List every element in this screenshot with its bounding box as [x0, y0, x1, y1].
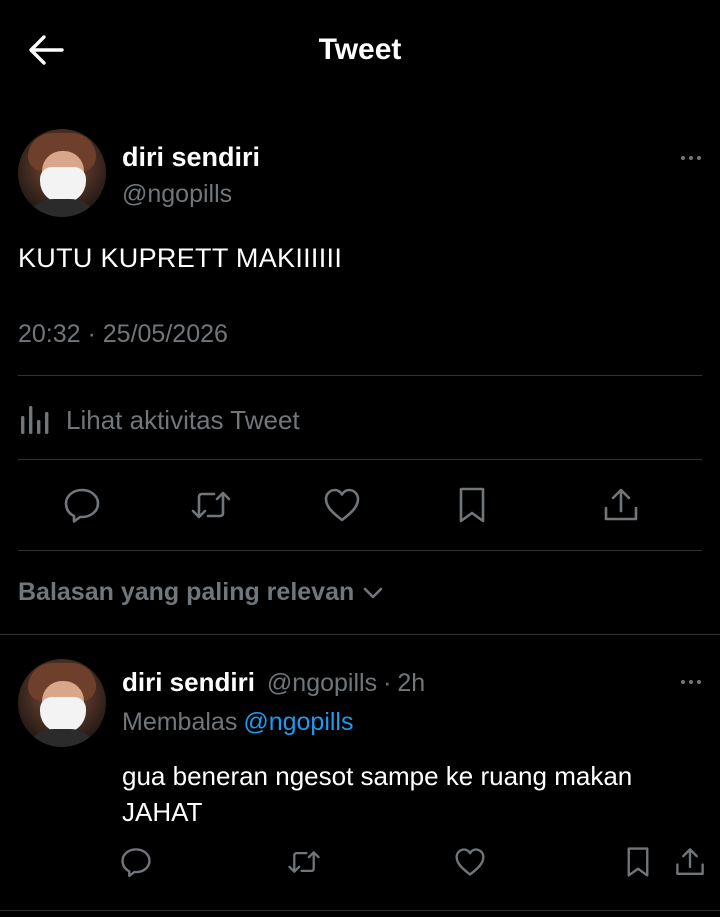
- page-title: Tweet: [318, 33, 402, 66]
- reply-author-display-name[interactable]: diri sendiri: [122, 667, 255, 698]
- tweet-action-bar: [0, 480, 720, 532]
- heart-icon: [323, 487, 361, 523]
- share-button[interactable]: [596, 480, 646, 530]
- divider: [18, 375, 702, 376]
- retweet-icon: [190, 487, 232, 523]
- tweet-text: KUTU KUPRETT MAKIIIIII: [18, 243, 343, 273]
- tweet-detail-screen: Tweet diri sendiri @ngopills KUTU KUPRET…: [0, 0, 720, 917]
- bookmark-button[interactable]: [447, 480, 497, 530]
- divider: [18, 550, 702, 551]
- more-options-button[interactable]: [671, 146, 711, 170]
- reply-bookmark-button[interactable]: [616, 840, 660, 884]
- reply-time: 2h: [397, 669, 426, 697]
- chevron-down-icon: [362, 586, 384, 600]
- more-dots-icon: [681, 680, 685, 684]
- share-icon: [602, 486, 640, 524]
- reply-button[interactable]: [57, 480, 107, 530]
- reply-text: gua beneran ngesot sampe ke ruang makan …: [122, 761, 633, 827]
- replying-to-line: Membalas @ngopills: [122, 708, 353, 737]
- replying-label: Membalas: [122, 708, 238, 736]
- sort-label: Balasan yang paling relevan: [18, 578, 355, 606]
- divider: [18, 459, 702, 460]
- reply-like-button[interactable]: [448, 840, 492, 884]
- reply-retweet-button[interactable]: [282, 840, 326, 884]
- reply-icon: [63, 486, 101, 524]
- tweet-timestamp: 20:32 · 25/05/2026: [18, 320, 228, 348]
- bookmark-icon: [456, 486, 488, 524]
- tweet-activity-link[interactable]: Lihat aktivitas Tweet: [18, 395, 300, 445]
- divider: [0, 634, 720, 635]
- more-dots-icon: [681, 156, 685, 160]
- top-bar: Tweet: [0, 0, 720, 100]
- reply-reply-button[interactable]: [114, 840, 158, 884]
- share-icon: [674, 846, 706, 878]
- activity-label: Lihat aktivitas Tweet: [66, 404, 300, 435]
- author-display-name[interactable]: diri sendiri: [122, 142, 260, 173]
- reply-share-button[interactable]: [668, 840, 712, 884]
- reply-icon: [120, 846, 152, 878]
- divider: [0, 910, 720, 911]
- author-avatar[interactable]: [18, 129, 106, 217]
- reply-author-handle[interactable]: @ngopills: [267, 669, 377, 698]
- reply-header: diri sendiri @ngopills · 2h: [122, 667, 425, 698]
- reply-action-bar: [0, 840, 720, 888]
- reply-more-options-button[interactable]: [671, 670, 711, 694]
- reply-author-avatar[interactable]: [18, 659, 106, 747]
- reply-sort-dropdown[interactable]: Balasan yang paling relevan: [18, 578, 384, 607]
- bookmark-icon: [624, 846, 652, 878]
- mention-link[interactable]: @ngopills: [243, 708, 353, 736]
- like-button[interactable]: [317, 480, 367, 530]
- retweet-icon: [287, 847, 321, 877]
- separator-dot: ·: [383, 669, 392, 697]
- heart-icon: [454, 847, 486, 877]
- retweet-button[interactable]: [186, 480, 236, 530]
- analytics-icon: [18, 402, 52, 438]
- author-handle[interactable]: @ngopills: [122, 180, 232, 209]
